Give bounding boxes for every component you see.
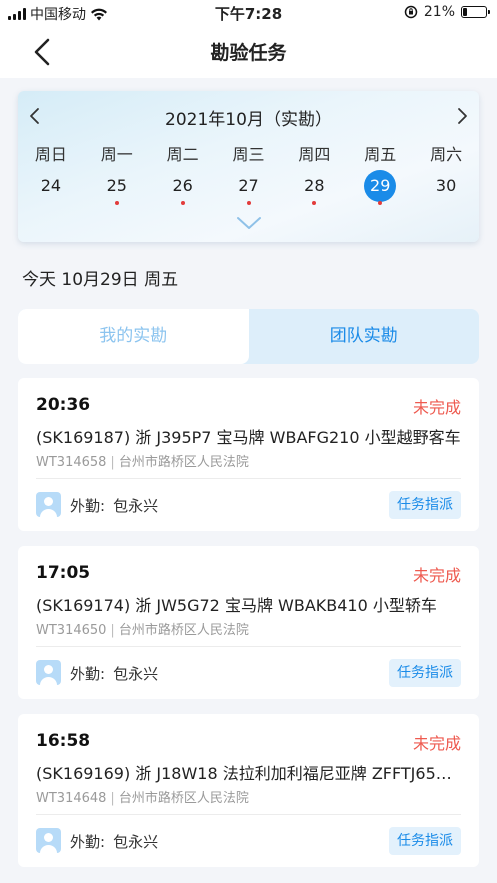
battery-icon: [461, 6, 490, 18]
task-card[interactable]: 20:36 未完成 (SK169187) 浙 J395P7 宝马牌 WBAFG2…: [18, 378, 479, 531]
weekday-label: 周日: [34, 145, 67, 164]
tab-my-survey[interactable]: 我的实勘: [18, 309, 249, 364]
task-indicator-dot: [114, 201, 119, 205]
weekday-label: 周五: [364, 145, 397, 164]
task-code: WT314648: [36, 791, 107, 806]
tab-team-survey[interactable]: 团队实勘: [249, 309, 480, 364]
task-status: 未完成: [412, 734, 461, 753]
page-title: 勘验任务: [210, 42, 287, 64]
field-staff: 外勤: 包永兴: [70, 495, 158, 516]
field-staff: 外勤: 包永兴: [70, 663, 158, 684]
day-number: 30: [435, 176, 457, 195]
day-number: 27: [238, 176, 259, 195]
day-number: 25: [106, 176, 127, 195]
calendar-card: 2021年10月（实勘） 周日 周一 周二 周三 周四 周五 周六 24 25 …: [18, 91, 479, 242]
status-bar: 中国移动 下午7:28 21%: [0, 0, 497, 26]
day-number: 26: [172, 176, 193, 195]
assign-task-button[interactable]: 任务指派: [389, 827, 461, 855]
task-description: (SK169169) 浙 J18W18 法拉利加利福尼亚牌 ZFFTJ65B00…: [36, 764, 461, 783]
day-number: 29: [364, 170, 397, 202]
weekday-label: 周四: [298, 145, 331, 164]
battery-percent: 21%: [423, 4, 455, 20]
task-code: WT314650: [36, 623, 107, 638]
weekday-label: 周二: [166, 145, 199, 164]
calendar-day[interactable]: 27: [216, 170, 282, 210]
calendar-day[interactable]: 30: [413, 170, 479, 210]
task-card[interactable]: 16:58 未完成 (SK169169) 浙 J18W18 法拉利加利福尼亚牌 …: [18, 714, 479, 867]
task-meta: WT314648 | 台州市路桥区人民法院: [36, 791, 249, 806]
task-code: WT314658: [36, 455, 107, 470]
staff-name: 包永兴: [113, 833, 159, 851]
task-court: 台州市路桥区人民法院: [118, 791, 249, 806]
task-meta: WT314650 | 台州市路桥区人民法院: [36, 623, 249, 638]
task-indicator-dot: [378, 201, 383, 205]
expand-calendar-chevron-icon[interactable]: [236, 215, 262, 231]
calendar-day[interactable]: 29: [347, 170, 413, 210]
task-time: 20:36: [36, 395, 91, 415]
task-meta: WT314658 | 台州市路桥区人民法院: [36, 455, 249, 470]
weekday-row: 周日 周一 周二 周三 周四 周五 周六: [18, 141, 479, 165]
calendar-day[interactable]: 28: [281, 170, 347, 210]
calendar-header: 2021年10月（实勘）: [18, 103, 479, 130]
avatar: [36, 660, 61, 685]
avatar: [36, 492, 61, 517]
calendar-day[interactable]: 24: [18, 170, 84, 210]
calendar-month-title: 2021年10月（实勘）: [165, 110, 332, 130]
orientation-lock-icon: [404, 5, 418, 19]
task-description: (SK169174) 浙 JW5G72 宝马牌 WBAKB410 小型轿车: [36, 596, 437, 615]
user-icon: [40, 497, 57, 517]
assign-task-button[interactable]: 任务指派: [389, 491, 461, 519]
task-court: 台州市路桥区人民法院: [118, 455, 249, 470]
task-description: (SK169187) 浙 J395P7 宝马牌 WBAFG210 小型越野客车: [36, 428, 461, 447]
day-number: 28: [304, 176, 325, 195]
task-time: 17:05: [36, 563, 91, 583]
task-court: 台州市路桥区人民法院: [118, 623, 249, 638]
divider: [36, 646, 461, 647]
today-date-label: 今天 10月29日 周五: [22, 270, 179, 290]
divider: [36, 478, 461, 479]
weekday-label: 周六: [430, 145, 463, 164]
task-status: 未完成: [412, 566, 461, 585]
avatar: [36, 828, 61, 853]
task-indicator-dot: [246, 201, 251, 205]
survey-tabs: 我的实勘 团队实勘: [18, 309, 479, 364]
status-right: 21%: [404, 4, 490, 20]
divider: [36, 814, 461, 815]
nav-bar: 勘验任务: [0, 26, 497, 78]
weekday-label: 周三: [232, 145, 265, 164]
task-indicator-dot: [180, 201, 185, 205]
assign-task-button[interactable]: 任务指派: [389, 659, 461, 687]
staff-label: 外勤:: [70, 833, 106, 851]
task-status: 未完成: [412, 398, 461, 417]
task-card[interactable]: 17:05 未完成 (SK169174) 浙 JW5G72 宝马牌 WBAKB4…: [18, 546, 479, 699]
field-staff: 外勤: 包永兴: [70, 831, 158, 852]
day-row: 24 25 26 27 28 29 30: [18, 170, 479, 210]
calendar-day[interactable]: 26: [150, 170, 216, 210]
staff-name: 包永兴: [113, 665, 159, 683]
user-icon: [40, 665, 57, 685]
next-month-button[interactable]: [451, 105, 473, 127]
staff-label: 外勤:: [70, 497, 106, 515]
calendar-day[interactable]: 25: [84, 170, 150, 210]
weekday-label: 周一: [100, 145, 133, 164]
user-icon: [40, 833, 57, 853]
staff-label: 外勤:: [70, 665, 106, 683]
task-time: 16:58: [36, 731, 91, 751]
staff-name: 包永兴: [113, 497, 159, 515]
day-number: 24: [40, 176, 62, 195]
task-indicator-dot: [312, 201, 317, 205]
